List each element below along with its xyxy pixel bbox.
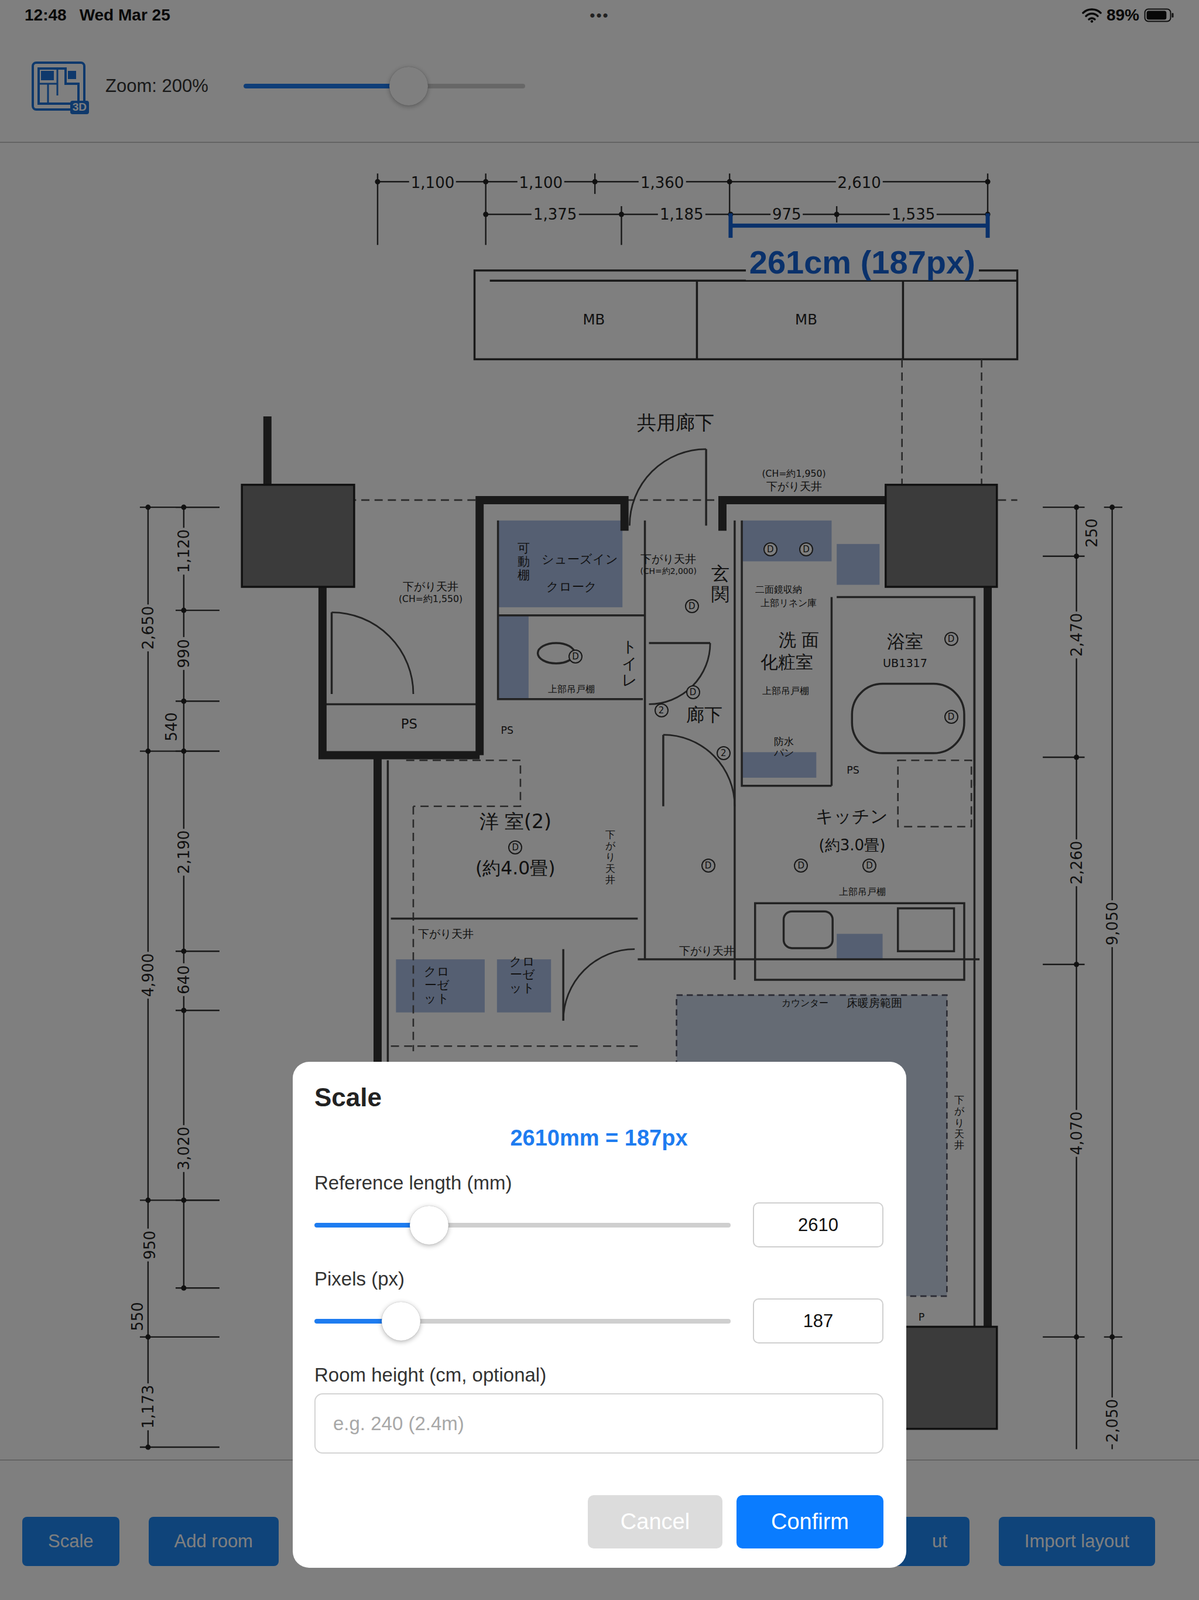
value-slider[interactable]: [314, 1205, 731, 1245]
value-input[interactable]: [752, 1201, 884, 1248]
value-input[interactable]: [752, 1297, 884, 1344]
text-input[interactable]: [314, 1392, 884, 1454]
dialog-field: Room height (cm, optional): [314, 1343, 884, 1454]
slider-track: [314, 1318, 731, 1324]
scale-summary: 2610mm = 187px: [314, 1124, 884, 1151]
dialog-field: Reference length (mm): [314, 1150, 884, 1248]
slider-row: [314, 1201, 884, 1248]
field-label: Room height (cm, optional): [314, 1362, 884, 1387]
field-label: Reference length (mm): [314, 1170, 884, 1195]
scale-dialog: Scale 2610mm = 187px Reference length (mm)…: [292, 1061, 907, 1568]
dialog-title: Scale: [314, 1081, 884, 1113]
dialog-buttons: CancelConfirm: [314, 1494, 884, 1548]
slider-knob[interactable]: [409, 1205, 449, 1245]
slider-knob[interactable]: [381, 1301, 421, 1341]
dialog-button[interactable]: Cancel: [587, 1494, 723, 1548]
value-slider[interactable]: [314, 1301, 731, 1341]
slider-track: [314, 1222, 731, 1228]
slider-row: [314, 1297, 884, 1344]
dialog-field: Pixels (px): [314, 1247, 884, 1344]
screen: 12:48Wed Mar 25•••89%3DZoom: 200%1,1001,…: [0, 0, 1199, 1600]
dialog-button[interactable]: Confirm: [736, 1494, 884, 1548]
field-label: Pixels (px): [314, 1266, 884, 1291]
